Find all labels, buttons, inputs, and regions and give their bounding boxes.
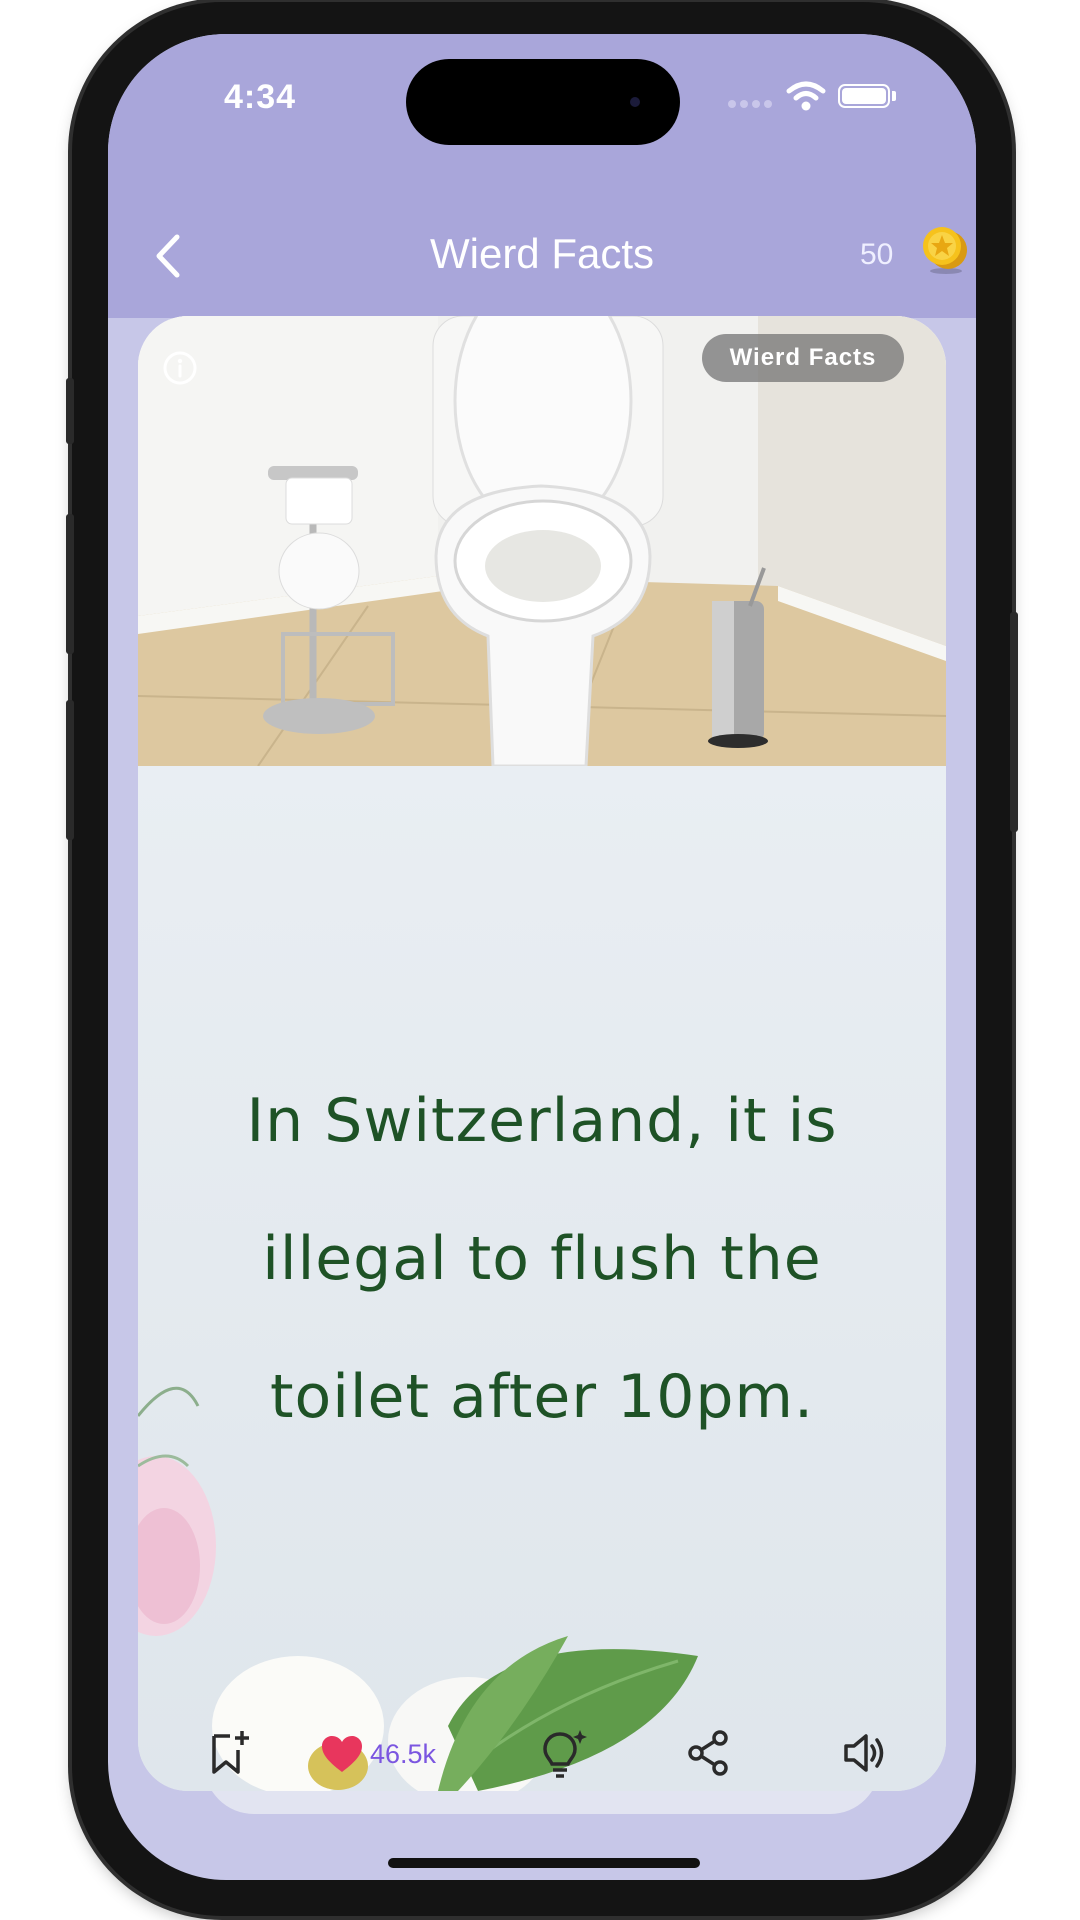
- home-indicator[interactable]: [388, 1858, 700, 1868]
- info-icon[interactable]: [162, 350, 198, 386]
- gold-coin-icon[interactable]: [916, 222, 972, 278]
- category-badge: Wierd Facts: [702, 334, 904, 382]
- fact-line: In Switzerland, it is: [246, 1086, 838, 1156]
- battery-icon: [838, 84, 890, 108]
- status-time: 4:34: [224, 78, 297, 116]
- toilet-photo: [138, 316, 946, 766]
- status-bar: 4:34: [108, 34, 976, 154]
- side-button-volume-up: [66, 514, 74, 654]
- speaker-icon[interactable]: [840, 1728, 890, 1778]
- fact-text: In Switzerland, it is illegal to flush t…: [208, 1052, 876, 1466]
- battery-cap: [892, 91, 896, 101]
- lightbulb-icon[interactable]: [538, 1726, 588, 1782]
- navigation-bar: Wierd Facts 50: [108, 154, 976, 318]
- camera-dot: [630, 97, 640, 107]
- side-button-power: [1010, 612, 1018, 832]
- like-count: 46.5k: [370, 1738, 437, 1769]
- cellular-signal-icon: [728, 100, 772, 108]
- side-button-silent: [66, 378, 74, 444]
- side-button-volume-down: [66, 700, 74, 840]
- fact-line: toilet after 10pm.: [269, 1362, 815, 1432]
- dynamic-island: [406, 59, 680, 145]
- heart-icon: [322, 1736, 362, 1772]
- share-icon[interactable]: [684, 1728, 734, 1778]
- like-button[interactable]: 46.5k: [320, 1724, 436, 1784]
- coin-count: 50: [860, 238, 894, 271]
- page-title: Wierd Facts: [429, 230, 655, 277]
- action-bar: 46.5k: [138, 1716, 946, 1791]
- wifi-icon: [786, 81, 826, 111]
- screen: 4:34 Wierd Facts 50 Wierd Facts In Switz…: [108, 34, 976, 1880]
- fact-card[interactable]: Wierd Facts In Switzerland, it is illega…: [138, 316, 946, 1791]
- bookmark-add-icon[interactable]: [204, 1726, 254, 1782]
- fact-line: illegal to flush the: [262, 1224, 822, 1294]
